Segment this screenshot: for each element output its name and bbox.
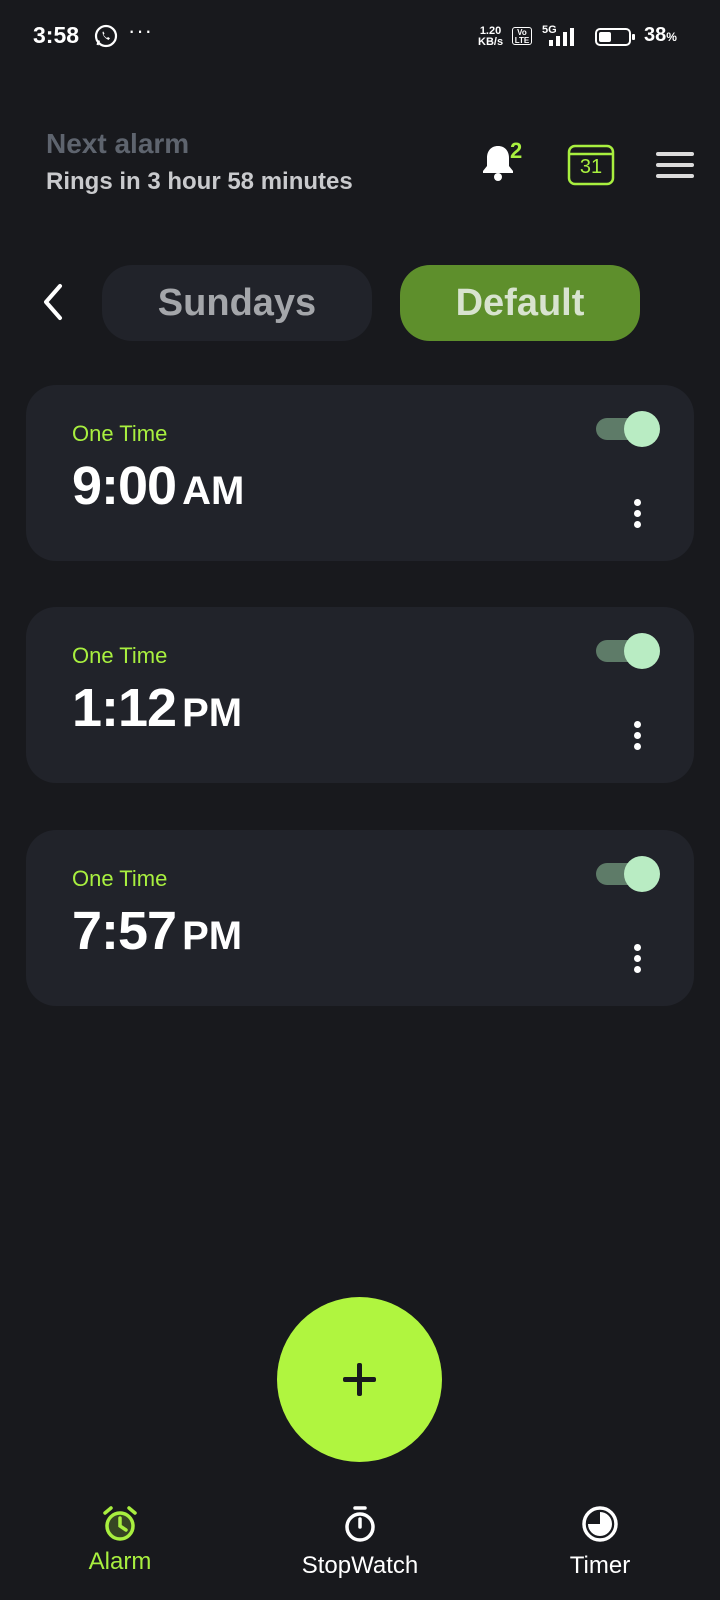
whatsapp-icon xyxy=(94,24,118,48)
alarm-time: 7:57 PM xyxy=(72,900,242,962)
alarm-time: 9:00 AM xyxy=(72,455,244,517)
add-alarm-button[interactable] xyxy=(277,1297,442,1462)
more-options-icon[interactable] xyxy=(630,721,644,755)
alarm-card[interactable]: One Time 7:57 PM xyxy=(26,830,694,1006)
battery-unit: % xyxy=(666,30,677,44)
battery-icon xyxy=(595,28,635,46)
battery-value: 38 xyxy=(644,24,667,46)
network-speed-unit: KB/s xyxy=(478,36,504,48)
alarm-toggle[interactable] xyxy=(592,409,662,449)
alarm-card[interactable]: One Time 1:12 PM xyxy=(26,607,694,783)
toggle-knob xyxy=(624,411,660,447)
toggle-knob xyxy=(624,856,660,892)
volte-icon: Vo LTE xyxy=(512,27,532,45)
alarm-time-value: 7:57 xyxy=(72,901,177,961)
nav-alarm[interactable]: Alarm xyxy=(40,1504,200,1576)
alarm-card[interactable]: One Time 9:00 AM xyxy=(26,385,694,561)
toggle-knob xyxy=(624,633,660,669)
stopwatch-icon xyxy=(345,1506,375,1542)
plus-icon xyxy=(343,1363,376,1396)
timer-icon xyxy=(582,1506,618,1542)
calendar-day: 31 xyxy=(579,156,603,178)
alarm-ampm: AM xyxy=(182,469,245,513)
volte-bottom: LTE xyxy=(514,36,530,45)
alarm-ampm: PM xyxy=(182,691,243,735)
next-alarm-countdown: Rings in 3 hour 58 minutes xyxy=(46,168,353,195)
more-notifications-icon: ··· xyxy=(128,18,153,43)
alarm-clock-icon xyxy=(103,1506,137,1541)
alarm-time-value: 1:12 xyxy=(72,678,177,738)
alarm-repeat-type: One Time xyxy=(72,421,168,446)
nav-timer-label: Timer xyxy=(569,1552,631,1579)
notification-count-badge: 2 xyxy=(510,138,523,163)
alarm-toggle[interactable] xyxy=(592,854,662,894)
alarm-toggle[interactable] xyxy=(592,631,662,671)
next-alarm-label: Next alarm xyxy=(46,128,190,159)
nav-stopwatch[interactable]: StopWatch xyxy=(280,1504,440,1580)
tab-default[interactable]: Default xyxy=(400,265,640,341)
nav-stopwatch-label: StopWatch xyxy=(301,1552,419,1579)
hamburger-menu-icon[interactable] xyxy=(656,150,696,180)
alarm-time: 1:12 PM xyxy=(72,677,242,739)
battery-percent: 38% xyxy=(644,24,677,47)
nav-timer[interactable]: Timer xyxy=(520,1504,680,1580)
alarm-repeat-type: One Time xyxy=(72,643,168,668)
signal-icon xyxy=(549,28,574,46)
network-speed: 1.20 KB/s xyxy=(478,26,503,48)
alarm-time-value: 9:00 xyxy=(72,456,177,516)
nav-alarm-label: Alarm xyxy=(88,1548,152,1575)
more-options-icon[interactable] xyxy=(630,499,644,533)
alarm-repeat-type: One Time xyxy=(72,866,168,891)
status-time: 3:58 xyxy=(33,22,80,48)
back-chevron-icon[interactable] xyxy=(36,278,70,326)
status-bar: 3:58 ··· 1.20 KB/s Vo LTE 5G 38% xyxy=(0,0,720,72)
alarm-ampm: PM xyxy=(182,914,243,958)
more-options-icon[interactable] xyxy=(630,944,644,978)
tab-sundays[interactable]: Sundays xyxy=(102,265,372,341)
